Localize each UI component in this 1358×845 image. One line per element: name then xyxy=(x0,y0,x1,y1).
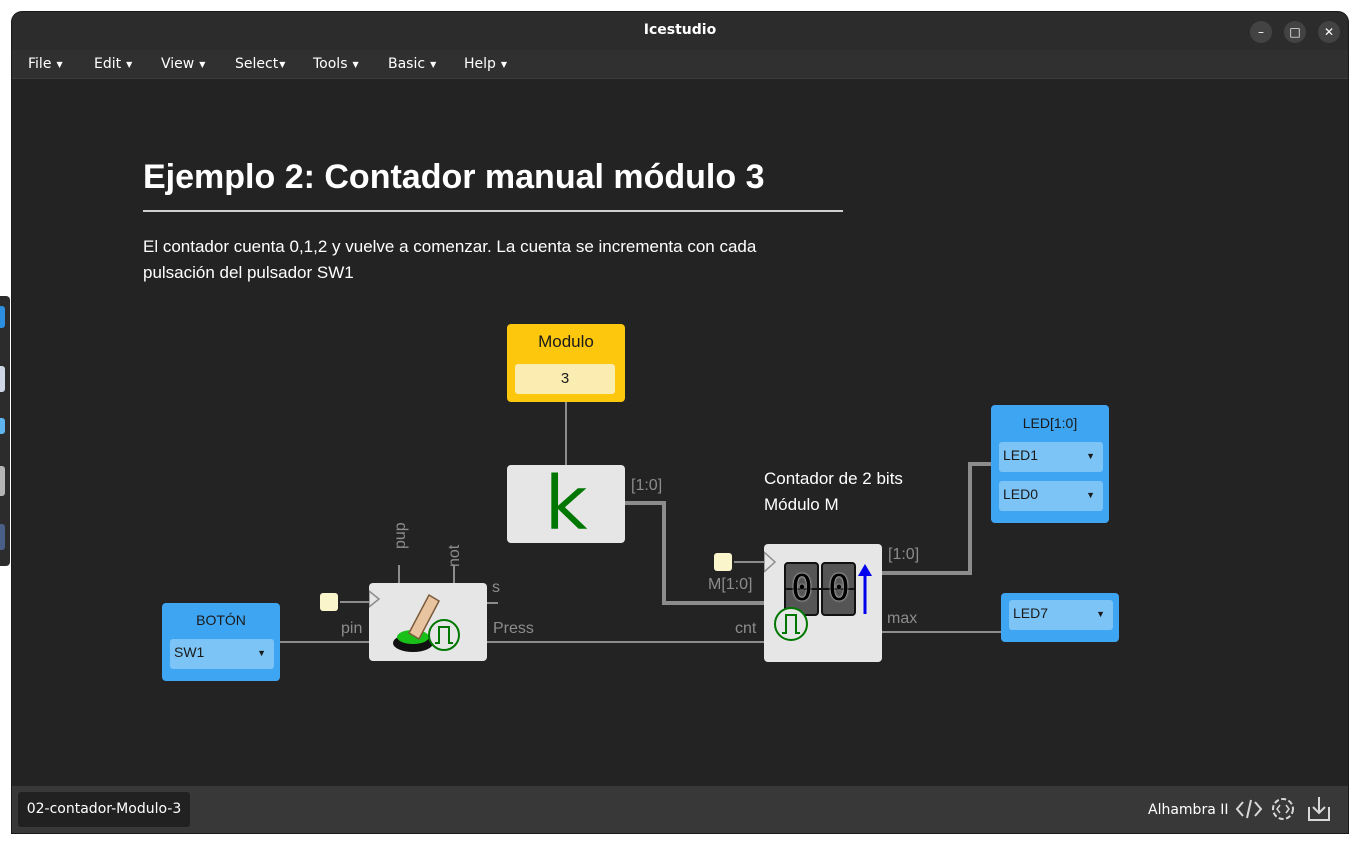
app-window: Icestudio – □ ✕ File ▼ Edit ▼ View ▼ Select… xyxy=(12,12,1348,833)
counter-digit-2: 0 xyxy=(828,568,850,609)
pup-port-label: pup xyxy=(392,522,409,549)
counter-note-line1: Contador de 2 bits xyxy=(764,469,903,488)
board-selector[interactable]: Alhambra II xyxy=(1148,802,1229,818)
counter-output-label: [1:0] xyxy=(888,546,920,563)
counter-note-line2: Módulo M xyxy=(764,495,839,514)
not-port-label: not xyxy=(446,544,463,567)
led7-select[interactable]: LED7 ▼ xyxy=(1009,600,1113,630)
minimize-button[interactable]: – xyxy=(1250,21,1272,43)
menu-edit[interactable]: Edit ▼ xyxy=(94,56,132,72)
led0-select[interactable]: LED0 ▼ xyxy=(999,481,1103,511)
caret-down-icon: ▼ xyxy=(1096,609,1105,619)
dock-app-icon[interactable] xyxy=(0,524,5,550)
boton-input-block[interactable]: BOTÓN SW1 ▼ xyxy=(162,603,280,681)
settings-code-icon[interactable] xyxy=(1268,794,1298,824)
close-button[interactable]: ✕ xyxy=(1318,21,1340,43)
dock-app-icon[interactable] xyxy=(0,306,5,328)
file-tab[interactable]: 02-contador-Modulo-3 xyxy=(18,792,190,827)
clock-input-counter[interactable] xyxy=(714,553,732,571)
cnt-port-label: cnt xyxy=(735,620,757,637)
menu-bar: File ▼ Edit ▼ View ▼ Select▼ Tools ▼ Basic ▼ … xyxy=(12,50,1348,79)
pushbutton-icon xyxy=(369,590,460,652)
window-title: Icestudio xyxy=(643,22,717,38)
boton-pin-select[interactable]: SW1 ▼ xyxy=(170,639,274,669)
caret-down-icon: ▼ xyxy=(500,59,508,69)
caret-down-icon: ▼ xyxy=(126,59,133,69)
caret-down-icon: ▼ xyxy=(430,59,437,69)
caret-down-icon: ▼ xyxy=(352,59,359,69)
caret-down-icon: ▼ xyxy=(56,59,63,69)
m-port-label: M[1:0] xyxy=(708,576,753,593)
boton-title: BOTÓN xyxy=(196,612,246,628)
led-bus-output-block[interactable]: LED[1:0] LED1 ▼ LED0 ▼ xyxy=(991,405,1109,523)
led1-select[interactable]: LED1 ▼ xyxy=(999,442,1103,472)
menu-help[interactable]: Help ▼ xyxy=(464,56,507,72)
caret-down-icon: ▼ xyxy=(1086,451,1095,461)
clock-input-button[interactable] xyxy=(320,593,338,611)
menu-basic[interactable]: Basic ▼ xyxy=(388,56,436,72)
status-bar: 02-contador-Modulo-3 Alhambra II xyxy=(12,786,1348,833)
side-dock xyxy=(0,296,10,566)
counter-block[interactable]: 0 0 xyxy=(764,544,882,662)
design-canvas[interactable]: Ejemplo 2: Contador manual módulo 3 El c… xyxy=(12,79,1348,786)
upload-icon[interactable] xyxy=(1304,794,1334,824)
counter-digit-1: 0 xyxy=(791,568,813,609)
dock-app-icon[interactable] xyxy=(0,466,5,496)
modulo-constant-block[interactable]: Modulo 3 xyxy=(507,324,625,402)
dock-app-icon[interactable] xyxy=(0,418,5,434)
modulo-value-input[interactable]: 3 xyxy=(515,364,615,394)
dock-app-icon[interactable] xyxy=(0,366,5,392)
pin-label: pin xyxy=(341,620,363,637)
menu-select[interactable]: Select▼ xyxy=(235,56,285,72)
led7-output-block[interactable]: LED7 ▼ xyxy=(1001,593,1119,642)
caret-down-icon: ▼ xyxy=(199,59,206,69)
caret-down-icon: ▼ xyxy=(279,59,286,69)
button-debounce-block[interactable] xyxy=(369,583,487,661)
counter-icon xyxy=(764,550,872,641)
caret-down-icon: ▼ xyxy=(1086,490,1095,500)
title-bar[interactable]: Icestudio – □ ✕ xyxy=(12,12,1348,50)
menu-view[interactable]: View ▼ xyxy=(161,56,205,72)
s-port-label: s xyxy=(492,579,500,596)
led-bus-title: LED[1:0] xyxy=(1022,415,1078,431)
constant-k-block[interactable]: k xyxy=(507,461,625,547)
k-output-label: [1:0] xyxy=(631,477,663,494)
maximize-button[interactable]: □ xyxy=(1284,21,1306,43)
press-port-label: Press xyxy=(493,620,534,637)
caret-down-icon: ▼ xyxy=(257,648,266,658)
modulo-title: Modulo xyxy=(538,332,594,351)
k-glyph: k xyxy=(544,461,588,547)
menu-tools[interactable]: Tools ▼ xyxy=(313,56,359,72)
menu-file[interactable]: File ▼ xyxy=(28,56,63,72)
max-port-label: max xyxy=(887,610,918,627)
code-icon[interactable] xyxy=(1234,794,1264,824)
